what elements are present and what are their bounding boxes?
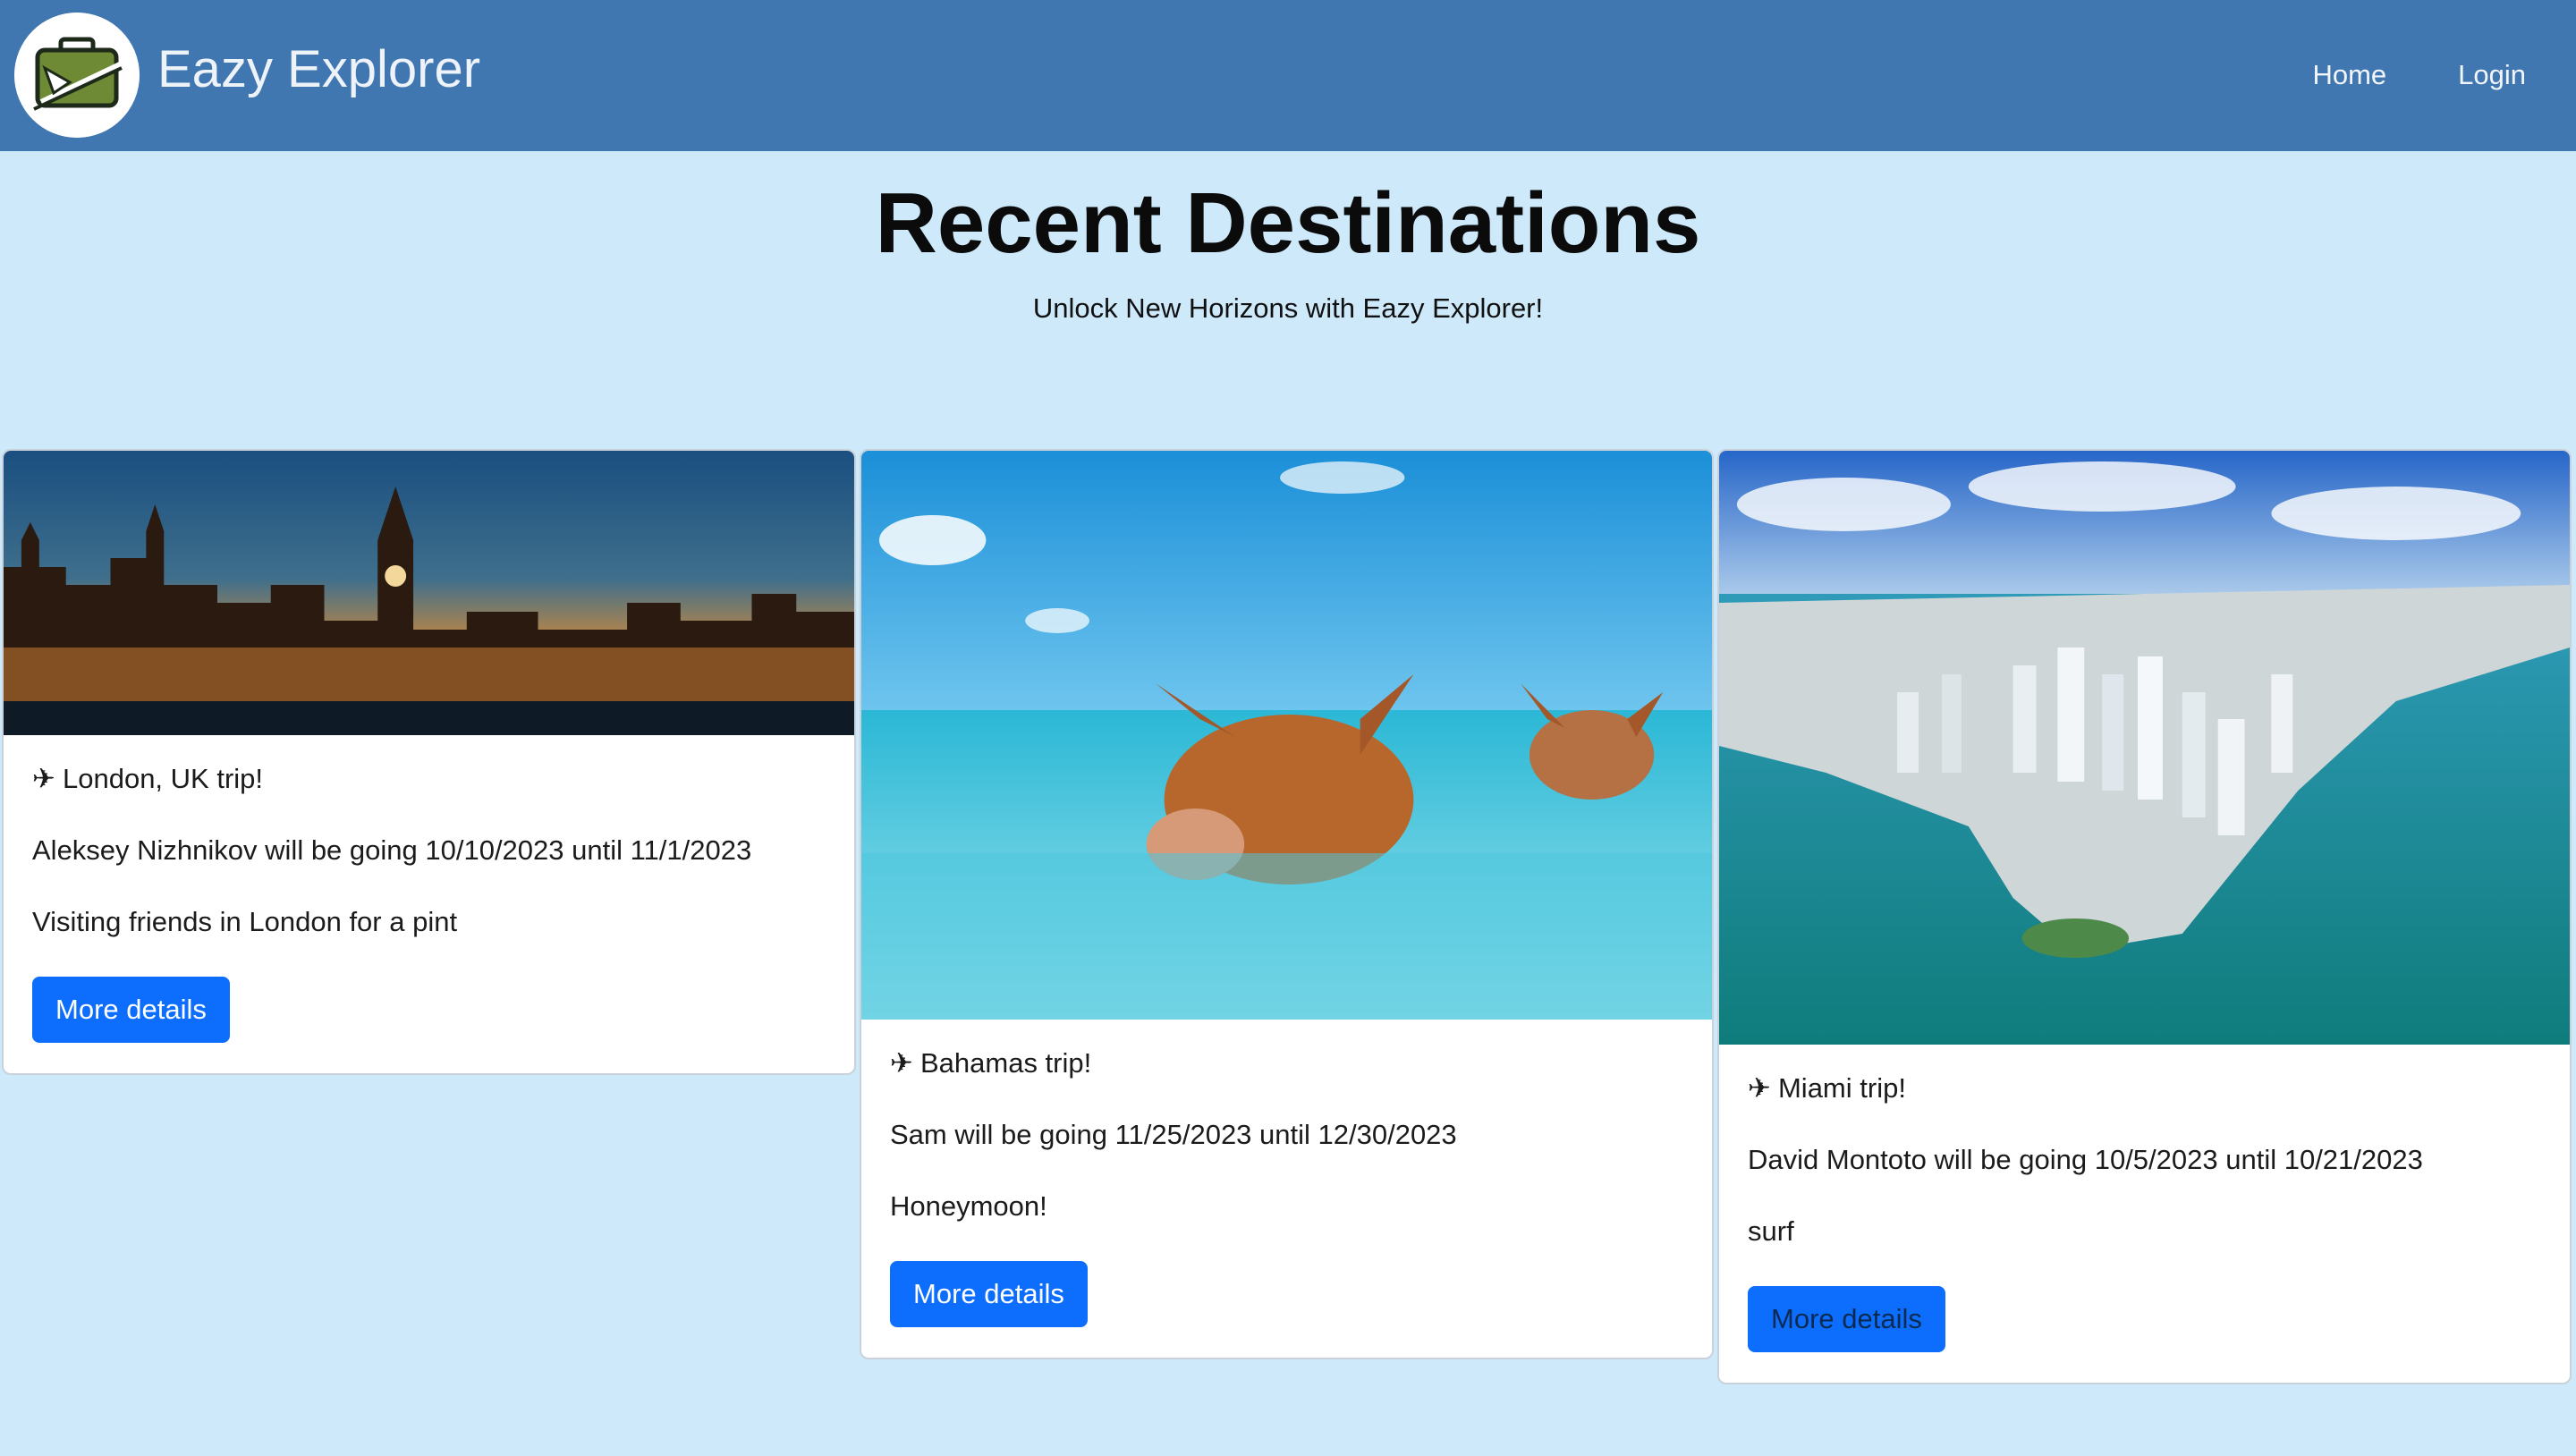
card-title-text: Bahamas trip! xyxy=(919,1047,1092,1079)
nav-link-login[interactable]: Login xyxy=(2458,50,2526,100)
page-subtitle: Unlock New Horizons with Eazy Explorer! xyxy=(1032,292,1544,324)
card-description: surf xyxy=(1748,1215,1794,1247)
destination-card-london: ✈ London, UK trip! Aleksey Nizhnikov will… xyxy=(2,449,856,1075)
airplane-icon: ✈ xyxy=(32,763,55,794)
card-traveler-line: Sam will be going 11/25/2023 until 12/30… xyxy=(890,1119,1457,1150)
page-title: Recent Destinations xyxy=(875,175,1701,271)
more-details-button[interactable]: More details xyxy=(32,977,230,1043)
miami-aerial-image xyxy=(1719,451,2570,1045)
card-traveler-line: David Montoto will be going 10/5/2023 un… xyxy=(1748,1144,2423,1175)
suitcase-logo-icon[interactable] xyxy=(14,13,140,138)
more-details-button[interactable]: More details xyxy=(890,1261,1088,1327)
destination-card-miami: ✈ Miami trip! David Montoto will be going… xyxy=(1717,449,2572,1384)
card-title: ✈ Bahamas trip! xyxy=(890,1046,1683,1080)
navbar: Eazy Explorer Home Login xyxy=(0,0,2576,151)
card-body: ✈ London, UK trip! Aleksey Nizhnikov will… xyxy=(4,735,854,1073)
card-title-text: Miami trip! xyxy=(1777,1072,1906,1104)
brand-title[interactable]: Eazy Explorer xyxy=(157,36,480,104)
card-description: Honeymoon! xyxy=(890,1190,1047,1222)
card-traveler-line: Aleksey Nizhnikov will be going 10/10/20… xyxy=(32,834,752,866)
london-skyline-image xyxy=(4,451,854,735)
nav-links: Home Login xyxy=(2312,50,2526,100)
card-title: ✈ London, UK trip! xyxy=(32,762,826,796)
destination-cards: ✈ London, UK trip! Aleksey Nizhnikov will… xyxy=(2,449,2574,1384)
bahamas-pigs-image xyxy=(861,451,1712,1020)
card-title: ✈ Miami trip! xyxy=(1748,1071,2541,1105)
airplane-icon: ✈ xyxy=(890,1047,913,1079)
card-body: ✈ Bahamas trip! Sam will be going 11/25/2… xyxy=(861,1020,1712,1358)
card-description: Visiting friends in London for a pint xyxy=(32,906,458,937)
more-details-button[interactable]: More details xyxy=(1748,1286,1945,1352)
airplane-icon: ✈ xyxy=(1748,1072,1771,1104)
nav-link-home[interactable]: Home xyxy=(2312,50,2386,100)
card-title-text: London, UK trip! xyxy=(62,763,264,794)
destination-card-bahamas: ✈ Bahamas trip! Sam will be going 11/25/2… xyxy=(860,449,1714,1359)
card-body: ✈ Miami trip! David Montoto will be going… xyxy=(1719,1045,2570,1383)
